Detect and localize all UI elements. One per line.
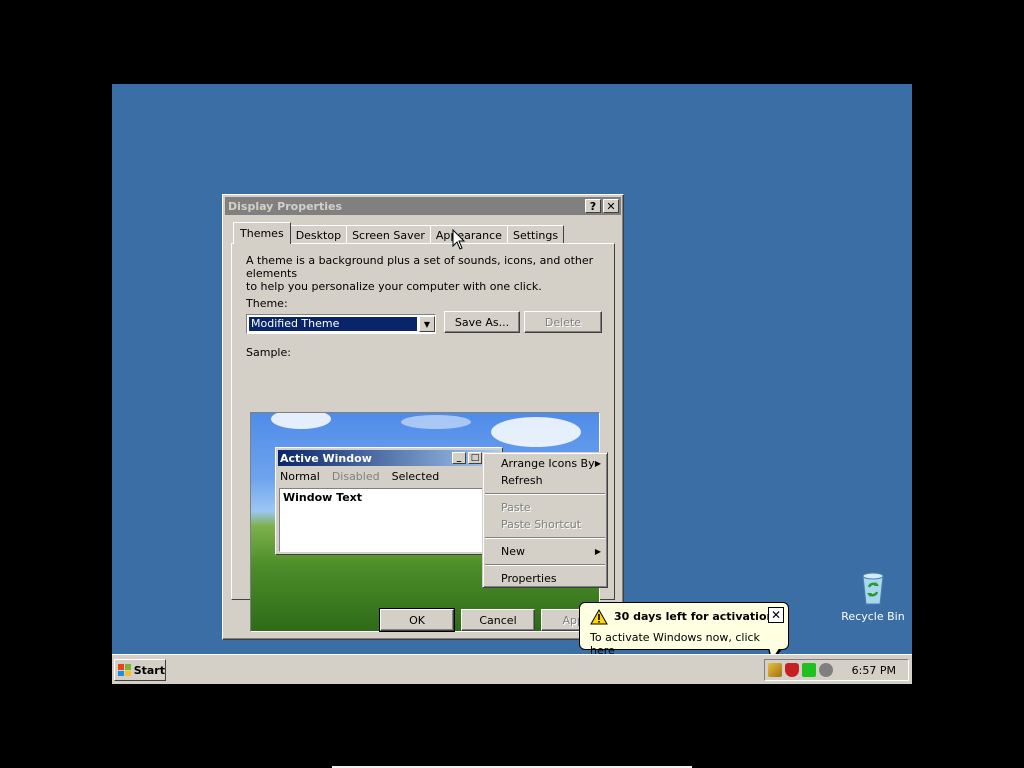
sample-label: Sample: [246, 346, 291, 359]
menu-item-properties[interactable]: Properties [483, 570, 607, 587]
activation-keys-icon[interactable] [768, 663, 782, 677]
warning-icon [590, 609, 608, 625]
menu-item-paste-shortcut[interactable]: Paste Shortcut [483, 516, 607, 533]
menu-item-arrange-icons[interactable]: Arrange Icons By ▶ [483, 455, 607, 472]
start-label: Start [133, 663, 165, 677]
menu-separator [485, 564, 605, 566]
desktop[interactable]: Display Properties ? ✕ Themes Desktop Sc… [112, 84, 912, 684]
sky-cloud [271, 413, 331, 429]
dialog-titlebar[interactable]: Display Properties ? ✕ [225, 197, 621, 215]
menu-separator [485, 537, 605, 539]
description-line-1: A theme is a background plus a set of so… [246, 254, 594, 280]
maximize-icon: □ [468, 452, 482, 464]
submenu-arrow-icon: ▶ [594, 459, 601, 468]
security-shield-icon[interactable] [785, 663, 799, 677]
close-button[interactable]: ✕ [603, 199, 619, 213]
tab-themes[interactable]: Themes [233, 222, 291, 244]
theme-label: Theme: [246, 297, 288, 310]
sample-menu-disabled: Disabled [331, 469, 380, 483]
sample-menu-bar: Normal Disabled Selected [276, 468, 502, 484]
taskbar-clock[interactable]: 6:57 PM [852, 664, 896, 677]
tab-screen-saver[interactable]: Screen Saver [346, 225, 431, 244]
help-button[interactable]: ? [585, 199, 601, 213]
sample-window-title: Active Window [280, 451, 372, 465]
sample-window-text-area: Window Text ▲ [279, 488, 499, 552]
description-line-2: to help you personalize your computer wi… [246, 280, 542, 293]
sample-window-titlebar: Active Window _ □ ✕ [278, 450, 500, 466]
cancel-button[interactable]: Cancel [461, 609, 535, 631]
theme-select-value: Modified Theme [249, 317, 417, 331]
recycle-bin-label: Recycle Bin [841, 610, 905, 623]
menu-separator [485, 493, 605, 495]
menu-item-label: Properties [501, 572, 557, 585]
system-tray: 6:57 PM [764, 659, 909, 681]
menu-item-paste[interactable]: Paste [483, 499, 607, 516]
tab-appearance[interactable]: Appearance [429, 225, 508, 244]
volume-icon[interactable] [819, 663, 833, 677]
menu-item-label: Arrange Icons By [501, 457, 595, 470]
theme-select[interactable]: Modified Theme ▼ [246, 314, 436, 334]
sky-cloud [491, 417, 581, 447]
menu-item-label: New [501, 545, 525, 558]
ok-button[interactable]: OK [379, 608, 455, 632]
minimize-icon: _ [452, 452, 466, 464]
sample-window-text: Window Text [283, 491, 363, 504]
menu-item-label: Paste [501, 501, 531, 514]
close-icon[interactable]: ✕ [768, 607, 784, 623]
windows-logo-icon [118, 664, 131, 676]
menu-item-new[interactable]: New ▶ [483, 543, 607, 560]
delete-button[interactable]: Delete [524, 311, 602, 333]
network-icon[interactable] [802, 663, 816, 677]
balloon-title: 30 days left for activation [614, 610, 775, 623]
tab-settings[interactable]: Settings [506, 225, 565, 244]
dialog-title: Display Properties [228, 199, 343, 213]
tab-strip: Themes Desktop Screen Saver Appearance S… [233, 222, 565, 244]
recycle-bin-icon [862, 572, 884, 605]
recycle-bin-shortcut[interactable]: Recycle Bin [838, 572, 908, 623]
activation-balloon[interactable]: 30 days left for activation To activate … [579, 602, 789, 657]
sample-active-window: Active Window _ □ ✕ Normal Disabled Sele… [275, 447, 503, 555]
sample-menu-selected: Selected [391, 469, 440, 483]
tab-desktop[interactable]: Desktop [289, 225, 348, 244]
themes-description: A theme is a background plus a set of so… [246, 254, 614, 293]
mouse-cursor-icon [452, 229, 466, 250]
sky-cloud [401, 415, 471, 429]
menu-item-label: Paste Shortcut [501, 518, 582, 531]
chevron-down-icon[interactable]: ▼ [419, 316, 435, 332]
save-as-button[interactable]: Save As... [444, 311, 520, 333]
desktop-context-menu: Arrange Icons By ▶ Refresh Paste Paste Sh… [482, 452, 608, 588]
taskbar: Start 6:57 PM [112, 654, 912, 684]
submenu-arrow-icon: ▶ [594, 547, 601, 556]
menu-item-label: Refresh [501, 474, 543, 487]
start-button[interactable]: Start [114, 659, 166, 681]
menu-item-refresh[interactable]: Refresh [483, 472, 607, 489]
sample-menu-normal: Normal [280, 469, 320, 483]
